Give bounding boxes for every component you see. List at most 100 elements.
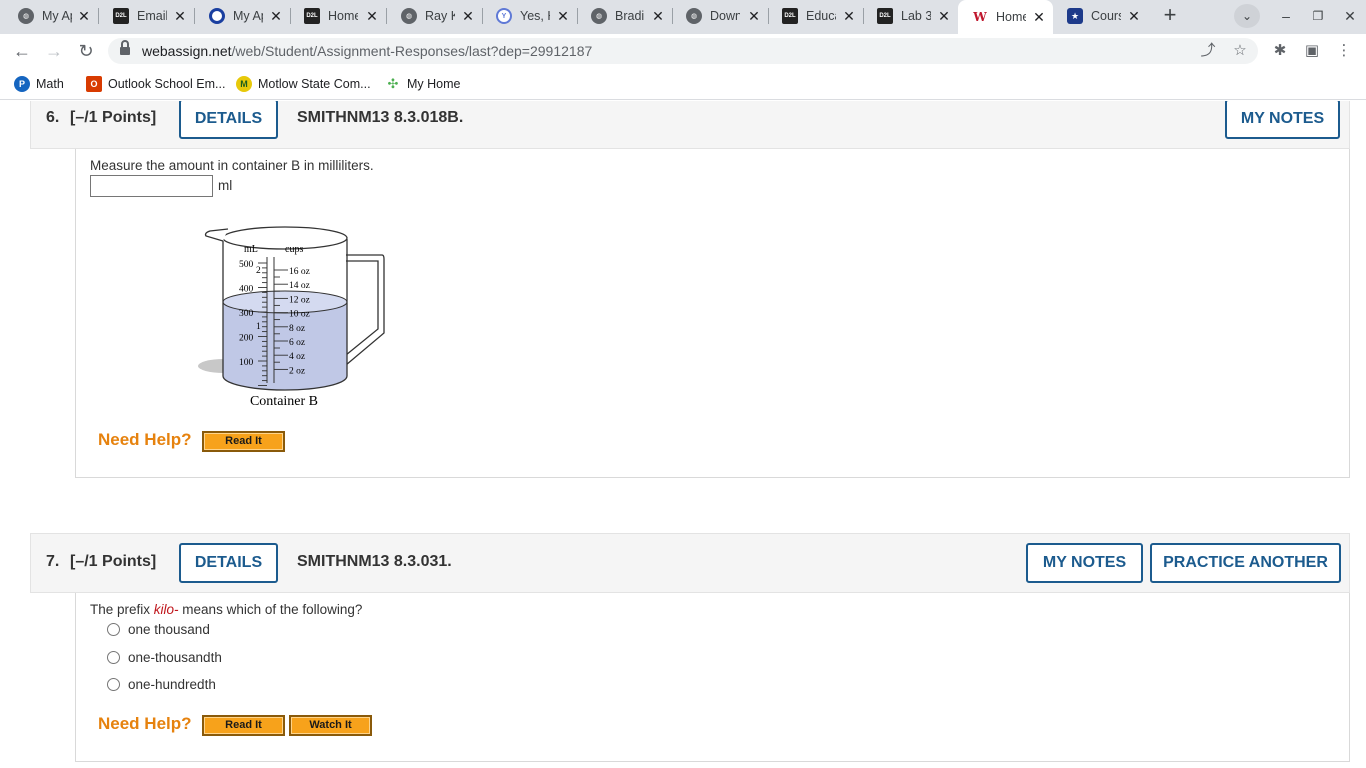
new-tab-button[interactable]: + [1156, 3, 1184, 29]
question-code: SMITHNM13 8.3.031. [297, 553, 452, 570]
tab[interactable]: ◍ Down ✕ [672, 4, 769, 28]
address-bar[interactable]: webassign.net/web/Student/Assignment-Res… [108, 38, 1258, 64]
ml-tick-label: 200 [239, 334, 254, 344]
bookmark-math[interactable]: P Math [14, 75, 64, 93]
close-icon[interactable]: ✕ [1031, 9, 1047, 25]
ml-tick-label: 500 [239, 260, 254, 270]
close-icon[interactable]: ✕ [841, 8, 857, 24]
tab[interactable]: ◍ Ray K ✕ [387, 4, 483, 28]
lock-icon [120, 40, 130, 56]
tab-label: Cours [1091, 9, 1121, 23]
url-path: /web/Student/Assignment-Responses/last?d… [231, 43, 593, 59]
answer-unit: ml [218, 178, 233, 193]
choice-label: one-hundredth [128, 676, 216, 692]
ya-icon: Y [496, 8, 512, 24]
prompt-term: kilo- [153, 602, 179, 617]
tab-label: Lab 3 [901, 9, 931, 23]
tab[interactable]: D2L Lab 3 ✕ [863, 4, 958, 28]
bookmark-label: My Home [407, 77, 461, 91]
close-icon[interactable]: ✕ [650, 8, 666, 24]
bookmark-label: Outlook School Em... [108, 77, 226, 91]
question-points: [–/1 Points] [70, 109, 157, 126]
browser-toolbar: ← → ↻ webassign.net/web/Student/Assignme… [0, 34, 1366, 68]
tab[interactable]: Y Yes, H ✕ [482, 4, 578, 28]
globe-icon: ◍ [18, 8, 34, 24]
answer-input[interactable] [90, 175, 213, 197]
watch-it-button[interactable]: Watch It [289, 715, 372, 736]
tab[interactable]: D2L Home ✕ [290, 4, 387, 28]
tab[interactable]: D2L Educa ✕ [768, 4, 864, 28]
radio-button[interactable] [107, 650, 120, 664]
menu-icon[interactable]: ⋮ [1334, 41, 1354, 61]
pinwheel-icon: ✣ [385, 76, 401, 92]
bookmark-motlow[interactable]: M Motlow State Com... [236, 75, 371, 93]
handle-inner [345, 260, 379, 356]
reload-icon[interactable]: ↻ [74, 39, 98, 63]
restore-icon[interactable]: ❐ [1308, 6, 1328, 26]
close-icon[interactable]: ✕ [172, 8, 188, 24]
d2l-icon: D2L [113, 8, 129, 24]
cup-tick-label: 1 [256, 322, 261, 332]
tab[interactable]: ★ Cours ✕ [1053, 4, 1148, 28]
question-number: 7. [46, 553, 60, 570]
choice-one-thousandth[interactable]: one-thousandth [107, 648, 222, 666]
tab[interactable]: ◍ My Ap ✕ [4, 4, 99, 28]
oz-tick-label: 4 oz [289, 352, 305, 362]
motlow-icon: M [236, 76, 252, 92]
globe-icon: ◍ [591, 8, 607, 24]
close-icon[interactable]: ✕ [268, 8, 284, 24]
radio-button[interactable] [107, 622, 120, 636]
my-notes-button[interactable]: MY NOTES [1225, 101, 1340, 139]
back-icon[interactable]: ← [10, 39, 34, 63]
details-button[interactable]: DETAILS [179, 543, 278, 583]
tab[interactable]: ◍ Bradi ✕ [577, 4, 673, 28]
webassign-icon: W [973, 10, 987, 24]
ml-label: mL [244, 244, 258, 255]
choice-one-hundredth[interactable]: one-hundredth [107, 675, 216, 693]
bookmark-my-home[interactable]: ✣ My Home [385, 75, 460, 93]
tab-search-button[interactable]: ⌄ [1234, 4, 1260, 28]
close-icon[interactable]: ✕ [555, 8, 571, 24]
close-icon[interactable]: ✕ [364, 8, 380, 24]
close-icon[interactable]: ✕ [746, 8, 762, 24]
share-icon[interactable]: ⤴ [1198, 41, 1218, 61]
oz-tick-label: 14 oz [289, 281, 310, 291]
details-button[interactable]: DETAILS [179, 101, 278, 139]
read-it-button[interactable]: Read It [202, 431, 285, 452]
bookmarks-bar: P Math O Outlook School Em... M Motlow S… [0, 68, 1366, 100]
close-icon[interactable]: ✕ [936, 8, 952, 24]
tab-active[interactable]: W Home ✕ [958, 0, 1053, 34]
radio-button[interactable] [107, 677, 120, 691]
side-panel-icon[interactable]: ▣ [1302, 41, 1322, 61]
cup-tick-label: 2 [256, 266, 261, 276]
close-icon[interactable]: ✕ [460, 8, 476, 24]
tab[interactable]: D2L Email ✕ [99, 4, 195, 28]
url-text[interactable]: webassign.net/web/Student/Assignment-Res… [142, 43, 592, 59]
bookmark-star-icon[interactable]: ☆ [1230, 41, 1250, 61]
my-notes-button[interactable]: MY NOTES [1026, 543, 1143, 583]
oz-tick-label: 10 oz [289, 310, 310, 320]
container-b-figure: mL cups 500400300200100 16 oz14 oz12 oz1… [198, 226, 385, 409]
forward-icon[interactable]: → [42, 39, 66, 63]
bookmark-outlook[interactable]: O Outlook School Em... [86, 75, 225, 93]
read-it-button[interactable]: Read It [202, 715, 285, 736]
question-number: 6. [46, 109, 60, 126]
d2l-icon: D2L [877, 8, 893, 24]
ml-tick-label: 300 [239, 309, 254, 319]
extensions-icon[interactable]: ✱ [1270, 41, 1290, 61]
ring-icon [209, 8, 225, 24]
window-close-icon[interactable]: ✕ [1340, 6, 1360, 26]
close-icon[interactable]: ✕ [76, 8, 92, 24]
minimize-icon[interactable]: – [1276, 6, 1296, 26]
tab[interactable]: My Ap ✕ [195, 4, 291, 28]
question-code: SMITHNM13 8.3.018B. [297, 109, 464, 126]
oz-tick-label: 6 oz [289, 338, 305, 348]
practice-another-button[interactable]: PRACTICE ANOTHER [1150, 543, 1341, 583]
ml-tick-label: 400 [239, 285, 254, 295]
cups-label: cups [285, 244, 303, 255]
close-icon[interactable]: ✕ [1126, 8, 1142, 24]
question-points: [–/1 Points] [70, 553, 157, 570]
choice-one-thousand[interactable]: one thousand [107, 620, 210, 638]
tab-label: Email [137, 9, 167, 23]
tab-label: Home [996, 10, 1026, 24]
